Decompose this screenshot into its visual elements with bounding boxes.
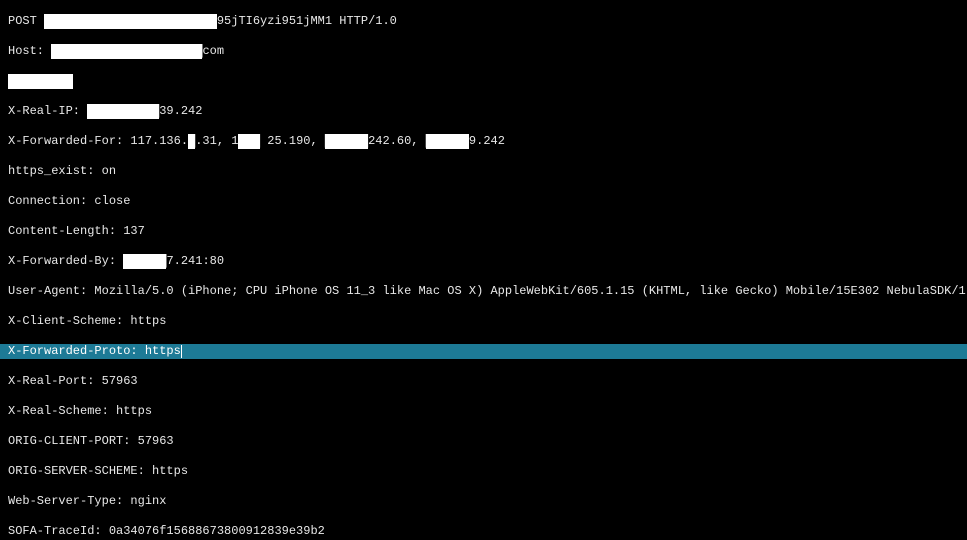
- http-header-line[interactable]: Content-Length: 137: [0, 224, 967, 239]
- http-header-line[interactable]: █████████: [0, 74, 967, 89]
- http-header-line[interactable]: ORIG-SERVER-SCHEME: https: [0, 464, 967, 479]
- http-header-line[interactable]: SOFA-TraceId: 0a34076f15688673800912839e…: [0, 524, 967, 539]
- redacted-span: ██████████: [87, 104, 159, 119]
- redacted-span: █████████: [8, 74, 73, 89]
- http-header-line[interactable]: Host: █████████████████████com: [0, 44, 967, 59]
- http-header-line[interactable]: ORIG-CLIENT-PORT: 57963: [0, 434, 967, 449]
- text-cursor: [181, 345, 182, 358]
- redacted-span: ████████████████████████: [44, 14, 217, 29]
- redacted-span: ██████: [123, 254, 166, 269]
- redacted-span: ██████: [325, 134, 368, 149]
- http-header-line[interactable]: X-Client-Scheme: https: [0, 314, 967, 329]
- redacted-span: █: [188, 134, 195, 149]
- http-header-line[interactable]: X-Real-IP: ██████████39.242: [0, 104, 967, 119]
- http-header-line[interactable]: X-Forwarded-For: 117.136.█.31, 1███ 25.1…: [0, 134, 967, 149]
- http-header-line[interactable]: POST ████████████████████████95jTI6yzi95…: [0, 14, 967, 29]
- terminal-output[interactable]: POST ████████████████████████95jTI6yzi95…: [0, 12, 967, 540]
- http-header-line-selected[interactable]: X-Forwarded-Proto: https: [0, 344, 967, 359]
- http-header-line[interactable]: Web-Server-Type: nginx: [0, 494, 967, 509]
- redacted-span: ██████: [426, 134, 469, 149]
- redacted-span: ███: [238, 134, 260, 149]
- http-header-line[interactable]: X-Forwarded-By: ██████7.241:80: [0, 254, 967, 269]
- redacted-span: █████████████████████: [51, 44, 202, 59]
- http-header-line[interactable]: https_exist: on: [0, 164, 967, 179]
- http-header-line[interactable]: X-Real-Port: 57963: [0, 374, 967, 389]
- http-header-line[interactable]: X-Real-Scheme: https: [0, 404, 967, 419]
- http-header-line[interactable]: User-Agent: Mozilla/5.0 (iPhone; CPU iPh…: [0, 284, 967, 299]
- http-header-line[interactable]: Connection: close: [0, 194, 967, 209]
